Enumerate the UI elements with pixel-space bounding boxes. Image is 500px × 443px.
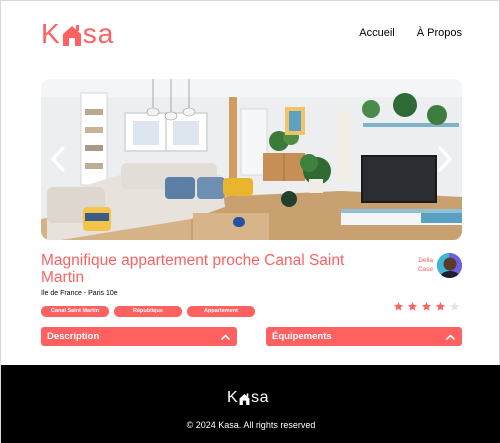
star-filled-icon [421,301,432,311]
star-filled-icon [435,301,446,311]
host-avatar [437,253,462,278]
carousel-prev-button[interactable] [45,141,71,177]
tag-republique: République [114,306,182,317]
host-last-name: Case [417,266,433,273]
collapse-equipements-title: Équipements [272,331,332,342]
host-photo [437,253,462,278]
listing-tags: Canal Saint Martin République Appartemen… [41,306,255,317]
star-filled-icon [407,301,418,311]
chevron-left-icon [51,146,65,172]
host-first-name: Della [418,257,433,264]
house-logo-icon [62,25,81,46]
header: K sa Accueil À Propos [41,17,462,49]
kasa-logo[interactable]: K sa [41,17,114,49]
page: K sa Accueil À Propos Magnifique apparte… [0,0,500,443]
footer: K sa [1,365,500,443]
living-room-photo [41,79,462,240]
chevron-up-icon [446,334,455,340]
tag-canal-saint-martin: Canal Saint Martin [41,306,109,317]
footer-logo-letter-k: K [227,389,239,406]
collapse-description[interactable]: Description [41,327,237,346]
listing-title: Magnifique appartement proche Canal Sain… [41,252,345,286]
star-filled-icon [393,301,404,311]
host-name: Della Case [418,256,433,274]
main-nav: Accueil À Propos [359,27,462,39]
listing-photo-carousel [41,79,462,240]
nav-link-accueil[interactable]: Accueil [359,27,394,39]
chevron-right-icon [438,146,452,172]
footer-logo-letters-sa: sa [251,389,270,406]
copyright-text: © 2024 Kasa. All rights reserved [186,420,316,430]
logo-letter-k: K [41,18,61,49]
nav-link-a-propos[interactable]: À Propos [417,27,462,39]
logo-letters-sa: sa [82,18,115,49]
host-info: Della Case [401,253,462,279]
footer-kasa-logo: K sa [227,389,269,407]
carousel-next-button[interactable] [432,141,458,177]
listing-location: Ile de France - Paris 10e [41,290,118,297]
star-empty-icon [449,301,460,311]
collapse-equipements[interactable]: Équipements [266,327,462,346]
house-logo-icon [239,393,250,406]
rating-stars [393,301,460,312]
tag-appartement: Appartement [187,306,255,317]
collapse-description-title: Description [47,331,100,342]
chevron-up-icon [221,334,230,340]
